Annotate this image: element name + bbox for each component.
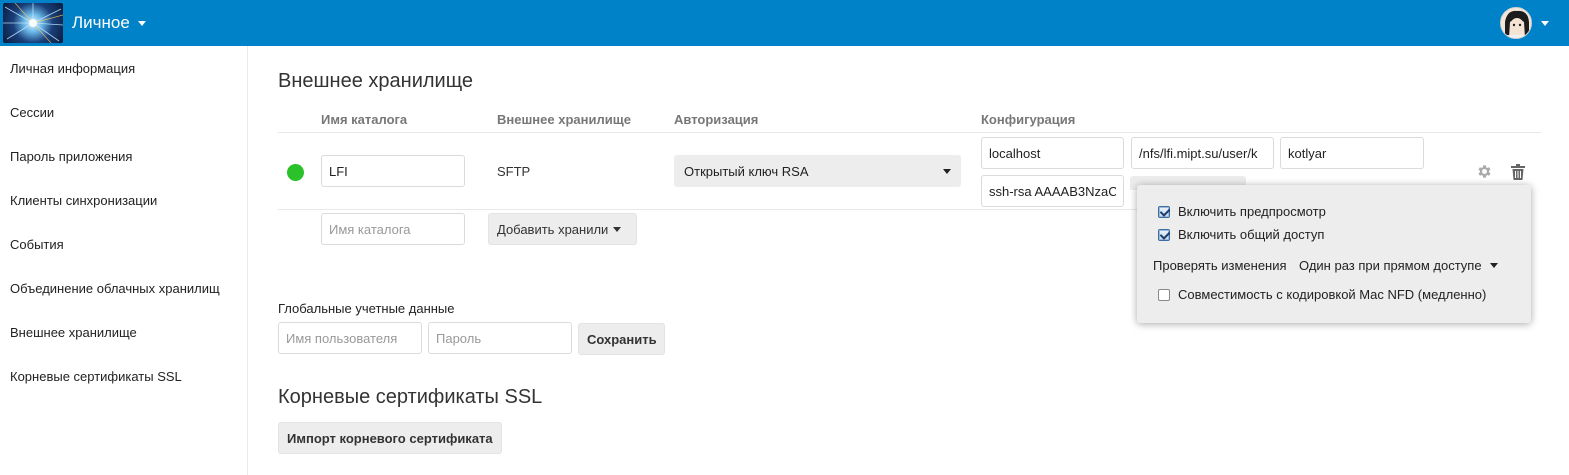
sidebar-item-federated-cloud[interactable]: Объединение облачных хранилищ [10, 279, 220, 299]
import-certificate-button[interactable]: Импорт корневого сертификата [278, 422, 502, 454]
enable-sharing-checkbox[interactable]: Включить общий доступ [1158, 227, 1324, 242]
global-username-input[interactable] [278, 322, 422, 354]
chevron-down-icon [943, 168, 951, 174]
auth-select[interactable]: Открытый ключ RSA [674, 155, 961, 187]
sidebar-item-external-storage[interactable]: Внешнее хранилище [10, 323, 137, 343]
app-menu-button[interactable]: Личное [72, 0, 146, 46]
sidebar-item-personal-info[interactable]: Личная информация [10, 59, 135, 79]
chevron-down-icon [1489, 263, 1498, 268]
check-changes-value: Один раз при прямом доступе [1299, 258, 1482, 273]
column-header-folder: Имя каталога [321, 112, 408, 127]
config-host-input[interactable] [981, 137, 1124, 169]
add-storage-label: Добавить хранили [497, 221, 609, 237]
gear-icon[interactable] [1476, 163, 1493, 183]
config-user-input[interactable] [1280, 137, 1424, 169]
column-header-config: Конфигурация [981, 112, 1076, 127]
table-row-divider [278, 209, 1138, 210]
status-indicator [287, 164, 304, 181]
chevron-down-icon [613, 226, 622, 232]
folder-name-input[interactable] [321, 155, 465, 187]
enable-preview-label: Включить предпросмотр [1178, 204, 1326, 219]
header-bar: Личное [0, 0, 1569, 46]
table-header-divider [278, 132, 1541, 133]
mac-nfd-checkbox[interactable]: Совместимость с кодировкой Mac NFD (медл… [1158, 287, 1486, 302]
sidebar-item-ssl-certificates[interactable]: Корневые сертификаты SSL [10, 367, 182, 387]
sidebar-item-sync-clients[interactable]: Клиенты синхронизации [10, 191, 157, 211]
checkbox-checked-icon [1158, 228, 1170, 241]
global-credentials-title: Глобальные учетные данные [278, 301, 455, 316]
app-menu-label: Личное [72, 13, 130, 32]
sidebar-item-sessions[interactable]: Сессии [10, 103, 54, 123]
enable-preview-checkbox[interactable]: Включить предпросмотр [1158, 204, 1326, 219]
new-folder-name-input[interactable] [321, 213, 465, 245]
mac-nfd-label: Совместимость с кодировкой Mac NFD (медл… [1178, 287, 1487, 302]
avatar[interactable] [1500, 7, 1532, 39]
user-menu-caret-icon[interactable] [1541, 21, 1549, 26]
trash-icon[interactable] [1511, 164, 1525, 183]
sidebar-item-activity[interactable]: События [10, 235, 64, 255]
sidebar: Личная информация Сессии Пароль приложен… [0, 46, 248, 475]
config-root-input[interactable] [1131, 137, 1274, 169]
check-changes-label: Проверять изменения [1153, 258, 1287, 273]
mount-options-popover: Включить предпросмотр Включить общий дос… [1137, 185, 1531, 323]
auth-select-value: Открытый ключ RSA [684, 163, 809, 179]
column-header-auth: Авторизация [674, 112, 759, 127]
section-title-ssl: Корневые сертификаты SSL [278, 386, 543, 408]
checkbox-unchecked-icon [1158, 288, 1170, 301]
enable-sharing-label: Включить общий доступ [1178, 227, 1325, 242]
global-password-input[interactable] [428, 322, 572, 354]
check-changes-select[interactable]: Один раз при прямом доступе [1299, 258, 1498, 273]
sidebar-item-app-passwords[interactable]: Пароль приложения [10, 147, 132, 167]
column-header-storage: Внешнее хранилище [497, 112, 631, 127]
caret-down-icon [137, 20, 146, 26]
storage-type-label: SFTP [497, 164, 531, 179]
logo-icon[interactable] [3, 3, 63, 43]
add-storage-select[interactable]: Добавить хранили [488, 213, 637, 245]
save-button[interactable]: Сохранить [578, 323, 665, 355]
section-title-external-storage: Внешнее хранилище [278, 70, 474, 92]
checkbox-checked-icon [1158, 205, 1170, 218]
config-public-key-input[interactable] [981, 175, 1124, 207]
